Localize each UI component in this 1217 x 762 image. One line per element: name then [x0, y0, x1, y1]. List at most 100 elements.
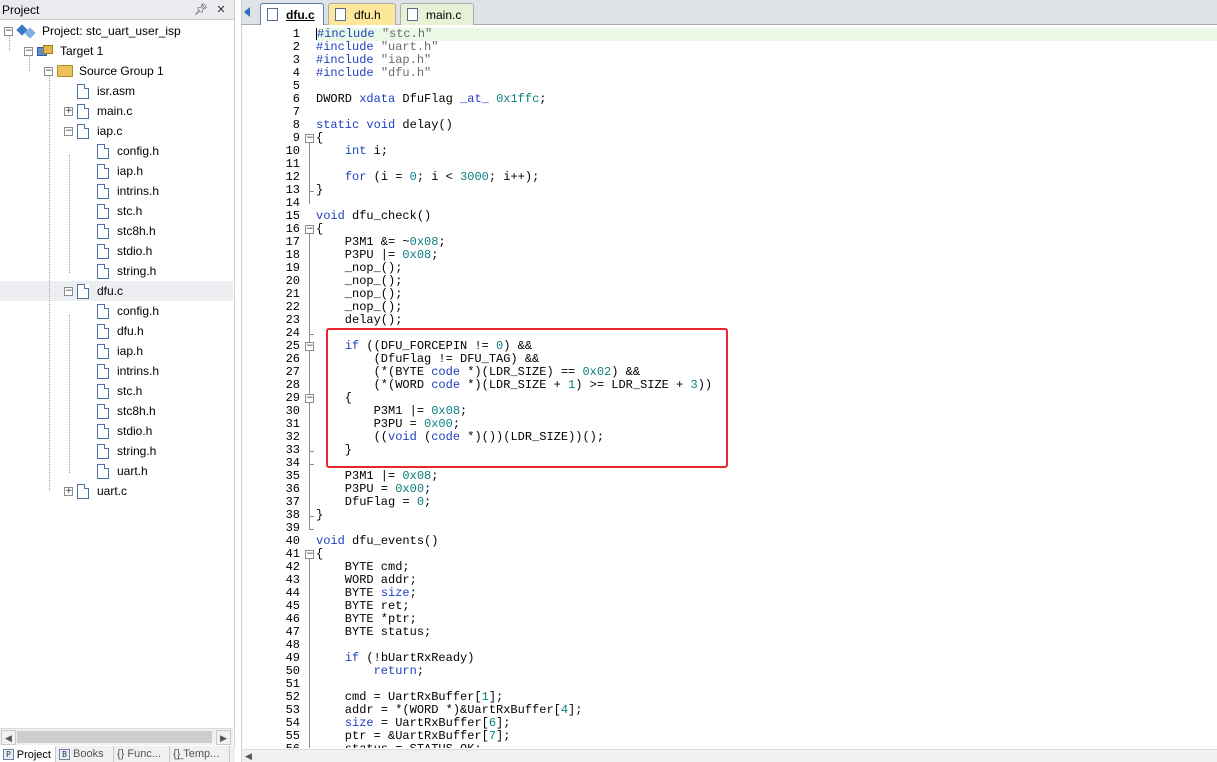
- code-editor[interactable]: 1 2 3 4 5 6 7 8 9 10 11 12 13 14 15 16 17 18 19 20 21 22 23 24 2…: [242, 26, 1217, 748]
- project-bottom-tabs: P Project B Books{} Func... {}̲ Temp...: [0, 746, 235, 762]
- code-line[interactable]: #include "stc.h": [316, 28, 1217, 41]
- code-line[interactable]: DWORD xdata DfuFlag _at_ 0x1ffc;: [316, 93, 546, 106]
- pin-icon[interactable]: 📌︎: [194, 3, 208, 17]
- tree-item[interactable]: string.h: [0, 261, 233, 281]
- code-line[interactable]: }: [316, 444, 352, 457]
- code-token: (*(BYTE: [316, 365, 432, 379]
- tree-item[interactable]: stdio.h: [0, 421, 233, 441]
- code-line[interactable]: void dfu_check(): [316, 210, 431, 223]
- editor-horizontal-scrollbar[interactable]: ◀: [242, 749, 1217, 762]
- code-line[interactable]: }: [316, 509, 323, 522]
- project-panel: Project 📌︎ ✕ − Project: stc_uart_user_isp…: [0, 0, 235, 762]
- code-line[interactable]: DfuFlag = 0;: [316, 496, 431, 509]
- tree-item[interactable]: string.h: [0, 441, 233, 461]
- code-token: ;: [452, 417, 461, 431]
- tree-item[interactable]: intrins.h: [0, 361, 233, 381]
- tree-item[interactable]: stdio.h: [0, 241, 233, 261]
- scroll-right-icon[interactable]: ▶: [216, 730, 231, 745]
- code-token: ;: [424, 482, 432, 496]
- code-line[interactable]: }: [316, 184, 323, 197]
- tree-item[interactable]: + main.c: [0, 101, 233, 121]
- collapse-icon[interactable]: −: [305, 394, 314, 403]
- code-line[interactable]: void dfu_events(): [316, 535, 438, 548]
- tree-item-label: string.h: [117, 264, 157, 278]
- bottom-tab[interactable]: B Books: [56, 746, 114, 762]
- code-token: BYTE ret;: [316, 599, 410, 613]
- tree-item-label: stdio.h: [117, 244, 153, 258]
- code-token: 0: [416, 495, 425, 509]
- tree-item[interactable]: uart.h: [0, 461, 233, 481]
- code-line[interactable]: static void delay(): [316, 119, 453, 132]
- code-line[interactable]: BYTE status;: [316, 626, 431, 639]
- bottom-tab[interactable]: {} Func...: [114, 746, 170, 762]
- tree-item[interactable]: + uart.c: [0, 481, 233, 501]
- tree-item[interactable]: − dfu.c: [0, 281, 233, 301]
- collapse-icon[interactable]: −: [305, 134, 314, 143]
- code-token: ;: [438, 235, 446, 249]
- tree-item[interactable]: stc.h: [0, 201, 233, 221]
- code-line[interactable]: for (i = 0; i < 3000; i++);: [316, 171, 539, 184]
- code-line[interactable]: (*(WORD code *)(LDR_SIZE + 1) >= LDR_SIZ…: [316, 379, 712, 392]
- scroll-thumb[interactable]: [17, 731, 212, 743]
- file-icon: [97, 443, 109, 459]
- code-token: DWORD: [316, 92, 360, 106]
- code-line[interactable]: int i;: [316, 145, 388, 158]
- code-line[interactable]: return;: [316, 665, 424, 678]
- fold-guide: [309, 403, 310, 451]
- expand-icon[interactable]: +: [64, 486, 73, 496]
- collapse-icon[interactable]: −: [305, 342, 314, 351]
- code-line[interactable]: ((void (code *)())(LDR_SIZE))();: [316, 431, 604, 444]
- tree-item[interactable]: − iap.c: [0, 121, 233, 141]
- tree-item[interactable]: config.h: [0, 301, 233, 321]
- tree-item[interactable]: iap.h: [0, 161, 233, 181]
- bottom-tab[interactable]: {}̲ Temp...: [170, 746, 230, 762]
- tab-dfu-c[interactable]: dfu.c: [260, 3, 324, 25]
- bottom-tab-label: Project: [16, 748, 51, 761]
- tree-connector: [9, 35, 10, 51]
- code-token: DfuFlag: [395, 92, 461, 106]
- scroll-left-icon[interactable]: ◀: [245, 750, 252, 762]
- tree-item[interactable]: dfu.h: [0, 321, 233, 341]
- collapse-icon[interactable]: −: [305, 225, 314, 234]
- code-token: (: [416, 430, 432, 444]
- tree-item[interactable]: stc8h.h: [0, 401, 233, 421]
- tree-item[interactable]: iap.h: [0, 341, 233, 361]
- tab-arrow-icon[interactable]: [244, 7, 250, 17]
- code-token: 3: [690, 378, 698, 392]
- scroll-left-icon[interactable]: ◀: [1, 730, 16, 745]
- tree-item[interactable]: − Source Group 1: [0, 61, 233, 81]
- tree-item[interactable]: − Project: stc_uart_user_isp: [0, 21, 233, 41]
- book-icon: B: [59, 748, 70, 760]
- code-token: xdata: [359, 92, 396, 106]
- collapse-icon[interactable]: −: [64, 286, 73, 296]
- tree-item[interactable]: stc.h: [0, 381, 233, 401]
- code-token: *)(LDR_SIZE +: [460, 378, 569, 392]
- code-token: 1: [481, 690, 489, 704]
- code-token: 0x08: [402, 469, 432, 483]
- code-token: ;: [431, 248, 439, 262]
- file-icon: [97, 183, 109, 199]
- project-horizontal-scrollbar[interactable]: ◀ ▶: [0, 728, 233, 745]
- code-token: ];: [496, 716, 511, 730]
- code-token: _nop_();: [316, 274, 403, 288]
- bottom-tab[interactable]: P Project: [0, 746, 56, 762]
- tree-item[interactable]: intrins.h: [0, 181, 233, 201]
- code-line[interactable]: delay();: [316, 314, 403, 327]
- fold-end: [309, 451, 314, 452]
- expand-icon[interactable]: +: [64, 106, 73, 116]
- tree-item[interactable]: config.h: [0, 141, 233, 161]
- code-line[interactable]: #include "dfu.h": [316, 67, 431, 80]
- collapse-icon[interactable]: −: [305, 550, 314, 559]
- collapse-icon[interactable]: −: [64, 126, 73, 136]
- tab-dfu-h[interactable]: dfu.h: [328, 3, 396, 25]
- tree-item[interactable]: stc8h.h: [0, 221, 233, 241]
- tree-item[interactable]: isr.asm: [0, 81, 233, 101]
- code-line[interactable]: status = STATUS_OK;: [316, 743, 482, 749]
- tree-item[interactable]: − Target 1: [0, 41, 233, 61]
- tab-main-c[interactable]: main.c: [400, 3, 474, 25]
- fold-end: [309, 464, 314, 465]
- close-icon[interactable]: ✕: [214, 3, 228, 17]
- code-token: "dfu.h": [380, 66, 432, 80]
- tree-item-label: config.h: [117, 304, 160, 318]
- project-panel-title: Project: [2, 2, 40, 17]
